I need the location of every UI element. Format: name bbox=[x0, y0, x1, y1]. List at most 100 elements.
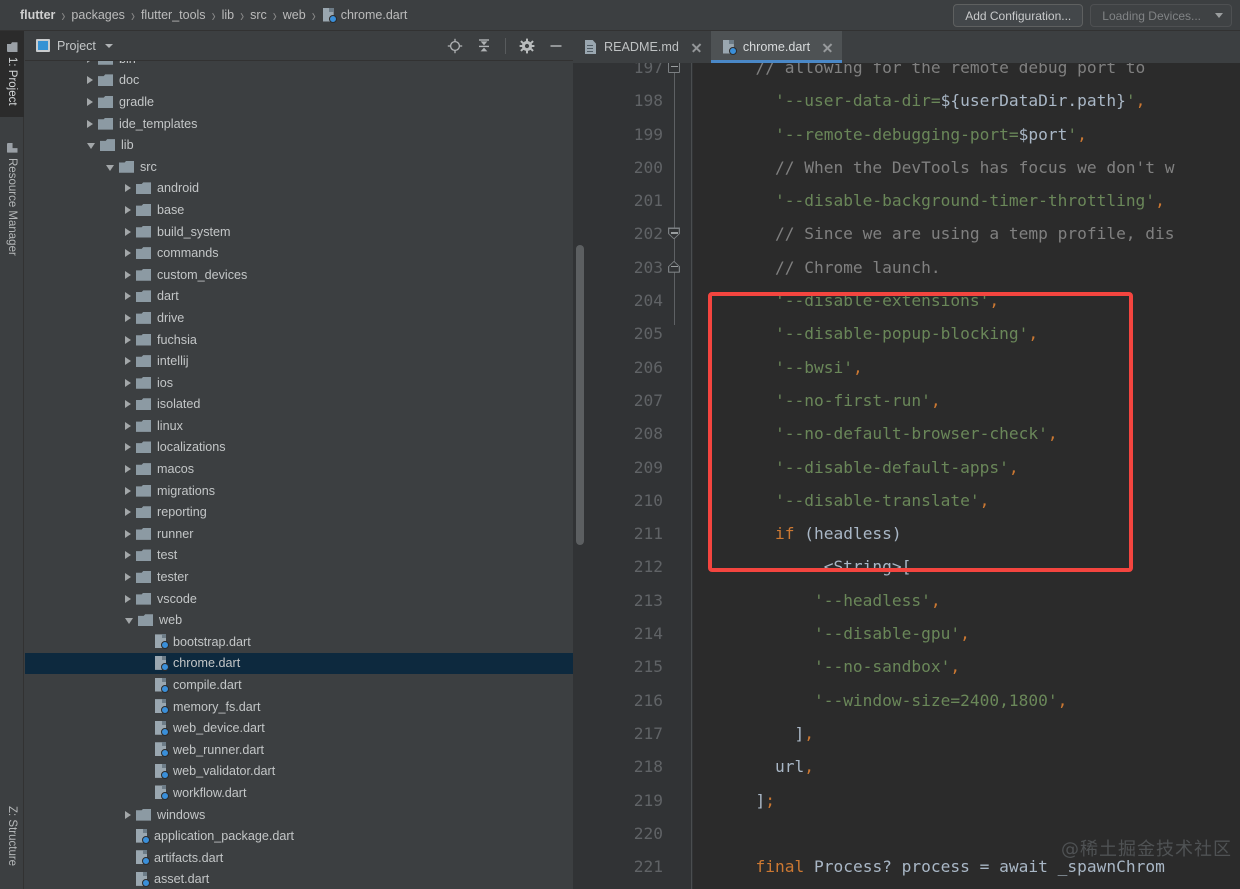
code-line[interactable]: 205 '--disable-popup-blocking', bbox=[573, 317, 1240, 350]
project-tree-scroll[interactable]: bin doc gradle ide_templateslibsrcandroid ba… bbox=[25, 61, 573, 889]
tree-item[interactable]: ide_templates bbox=[25, 113, 573, 135]
tree-item[interactable]: linux bbox=[25, 415, 573, 437]
code-line[interactable]: 210 '--disable-translate', bbox=[573, 484, 1240, 517]
close-icon[interactable] bbox=[691, 42, 702, 53]
code-editor[interactable]: 197 // allowing for the remote debug por… bbox=[573, 63, 1240, 889]
chevron-right-icon[interactable] bbox=[125, 810, 131, 819]
code-line[interactable]: 213 '--headless', bbox=[573, 584, 1240, 617]
tree-item[interactable]: windows bbox=[25, 804, 573, 826]
chevron-right-icon[interactable] bbox=[125, 184, 131, 193]
code-line[interactable]: 203 // Chrome launch. bbox=[573, 251, 1240, 284]
fold-region-start-icon[interactable] bbox=[668, 227, 681, 240]
chevron-right-icon[interactable] bbox=[87, 119, 93, 128]
chevron-right-icon[interactable] bbox=[125, 270, 131, 279]
tree-item[interactable]: web_validator.dart bbox=[25, 761, 573, 783]
close-icon[interactable] bbox=[822, 42, 833, 53]
tree-item[interactable]: test bbox=[25, 545, 573, 567]
chevron-right-icon[interactable] bbox=[87, 61, 93, 63]
tree-item[interactable]: localizations bbox=[25, 437, 573, 459]
chevron-right-icon[interactable] bbox=[125, 594, 131, 603]
tree-item[interactable]: bootstrap.dart bbox=[25, 631, 573, 653]
chevron-down-icon[interactable] bbox=[106, 164, 114, 171]
code-line[interactable]: 214 '--disable-gpu', bbox=[573, 617, 1240, 650]
editor-tab-readme-md[interactable]: README.md bbox=[573, 31, 711, 63]
chevron-right-icon[interactable] bbox=[125, 335, 131, 344]
settings-gear-icon[interactable] bbox=[519, 38, 535, 54]
tree-item[interactable]: intellij bbox=[25, 350, 573, 372]
tree-item[interactable]: bin bbox=[25, 61, 573, 70]
fold-region-end-icon[interactable] bbox=[668, 260, 681, 274]
chevron-right-icon[interactable] bbox=[125, 292, 131, 301]
tree-item[interactable]: runner bbox=[25, 523, 573, 545]
code-line[interactable]: 201 '--disable-background-timer-throttli… bbox=[573, 184, 1240, 217]
chevron-right-icon[interactable] bbox=[125, 378, 131, 387]
code-line[interactable]: 217 ], bbox=[573, 717, 1240, 750]
tree-item[interactable]: dart bbox=[25, 286, 573, 308]
code-line[interactable]: 216 '--window-size=2400,1800', bbox=[573, 684, 1240, 717]
chevron-right-icon[interactable] bbox=[87, 97, 93, 106]
tool-tab-resource-manager[interactable]: Resource Manager bbox=[0, 123, 24, 275]
tree-item[interactable]: tester bbox=[25, 566, 573, 588]
tree-item-selected[interactable]: chrome.dart bbox=[25, 652, 573, 675]
code-line[interactable]: 218 url, bbox=[573, 750, 1240, 783]
code-line[interactable]: 206 '--bwsi', bbox=[573, 351, 1240, 384]
tree-item[interactable]: isolated bbox=[25, 394, 573, 416]
tree-item[interactable]: commands bbox=[25, 242, 573, 264]
add-configuration-button[interactable]: Add Configuration... bbox=[953, 4, 1084, 27]
chevron-right-icon[interactable] bbox=[125, 465, 131, 474]
breadcrumb-item-flutter[interactable]: flutter bbox=[18, 8, 60, 22]
tree-item[interactable]: vscode bbox=[25, 588, 573, 610]
code-line[interactable]: 208 '--no-default-browser-check', bbox=[573, 417, 1240, 450]
code-line[interactable]: 219 ]; bbox=[573, 784, 1240, 817]
tree-item[interactable]: asset.dart bbox=[25, 869, 573, 889]
code-line[interactable]: 212 ...<String>[ bbox=[573, 550, 1240, 583]
tree-item[interactable]: migrations bbox=[25, 480, 573, 502]
chevron-right-icon[interactable] bbox=[125, 227, 131, 236]
chevron-right-icon[interactable] bbox=[125, 205, 131, 214]
code-line[interactable]: 215 '--no-sandbox', bbox=[573, 650, 1240, 683]
tree-item[interactable]: web bbox=[25, 609, 573, 631]
tree-item[interactable]: custom_devices bbox=[25, 264, 573, 286]
tree-item[interactable]: fuchsia bbox=[25, 329, 573, 351]
tree-item[interactable]: reporting bbox=[25, 501, 573, 523]
tool-tab-project[interactable]: 1: Project bbox=[0, 31, 24, 117]
tree-item[interactable]: gradle bbox=[25, 91, 573, 113]
project-panel-title-group[interactable]: Project bbox=[25, 39, 113, 53]
tree-item[interactable]: android bbox=[25, 178, 573, 200]
tree-item[interactable]: compile.dart bbox=[25, 674, 573, 696]
chevron-down-icon[interactable] bbox=[87, 143, 95, 150]
tree-item[interactable]: doc bbox=[25, 70, 573, 92]
chevron-right-icon[interactable] bbox=[125, 357, 131, 366]
tree-item[interactable]: artifacts.dart bbox=[25, 847, 573, 869]
chevron-right-icon[interactable] bbox=[125, 486, 131, 495]
fold-collapse-icon[interactable] bbox=[668, 63, 681, 74]
editor-tab-chrome-dart[interactable]: chrome.dart bbox=[710, 31, 843, 63]
chevron-right-icon[interactable] bbox=[125, 421, 131, 430]
chevron-right-icon[interactable] bbox=[125, 313, 131, 322]
chevron-right-icon[interactable] bbox=[125, 249, 131, 258]
tree-item[interactable]: lib bbox=[25, 134, 573, 156]
chevron-right-icon[interactable] bbox=[87, 76, 93, 85]
breadcrumb-item-lib[interactable]: lib bbox=[217, 8, 240, 22]
breadcrumb-item-web[interactable]: web bbox=[278, 8, 311, 22]
tree-item[interactable]: base bbox=[25, 199, 573, 221]
tree-item[interactable]: workflow.dart bbox=[25, 782, 573, 804]
code-lines[interactable]: 197 // allowing for the remote debug por… bbox=[573, 63, 1240, 877]
tree-item[interactable]: ios bbox=[25, 372, 573, 394]
chevron-right-icon[interactable] bbox=[125, 400, 131, 409]
tool-tab-structure[interactable]: Z: Structure bbox=[0, 783, 24, 889]
breadcrumb-item-packages[interactable]: packages bbox=[66, 8, 130, 22]
code-line[interactable]: 200 // When the DevTools has focus we do… bbox=[573, 151, 1240, 184]
tree-item[interactable]: src bbox=[25, 156, 573, 178]
tree-item[interactable]: build_system bbox=[25, 221, 573, 243]
device-selector-dropdown[interactable]: Loading Devices... bbox=[1090, 4, 1232, 27]
chevron-down-icon[interactable] bbox=[125, 618, 133, 625]
tree-item[interactable]: application_package.dart bbox=[25, 825, 573, 847]
code-line[interactable]: 207 '--no-first-run', bbox=[573, 384, 1240, 417]
locate-icon[interactable] bbox=[447, 38, 463, 54]
hide-panel-icon[interactable] bbox=[548, 38, 564, 54]
chevron-right-icon[interactable] bbox=[125, 443, 131, 452]
tree-item[interactable]: drive bbox=[25, 307, 573, 329]
chevron-right-icon[interactable] bbox=[125, 508, 131, 517]
code-line[interactable]: 198 '--user-data-dir=${userDataDir.path}… bbox=[573, 84, 1240, 117]
